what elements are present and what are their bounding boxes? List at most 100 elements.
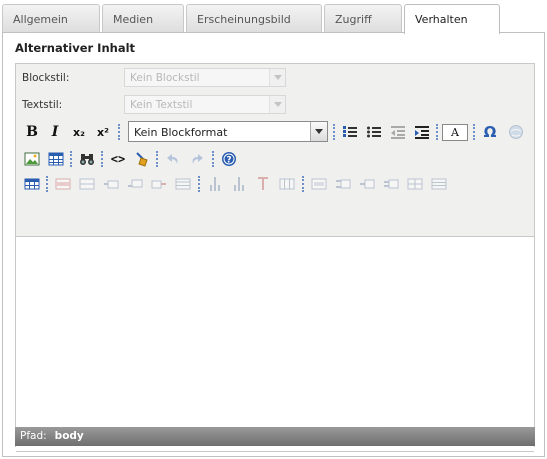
merge-cells-button[interactable]	[277, 174, 297, 194]
cell-props-button[interactable]	[77, 174, 97, 194]
tab-bar: Allgemein Medien Erscheinungsbild Zugrif…	[2, 4, 545, 34]
table-button[interactable]	[22, 174, 42, 194]
split-cells-button[interactable]	[173, 174, 193, 194]
superscript-button[interactable]: x²	[93, 122, 113, 142]
table-delete-icon	[431, 178, 447, 190]
editor-content-area[interactable]	[16, 236, 534, 452]
blockstyle-value: Kein Blockstil	[130, 72, 200, 84]
table-grid-button[interactable]	[405, 174, 425, 194]
italic-button[interactable]: I	[45, 122, 65, 142]
text-color-button[interactable]: A	[441, 122, 469, 142]
path-statusbar: Pfad: body	[15, 427, 535, 446]
tab-zugriff[interactable]: Zugriff	[324, 4, 402, 32]
find-replace-button[interactable]	[77, 149, 97, 169]
tab-label: Medien	[113, 13, 154, 26]
clean-format-button[interactable]	[132, 149, 152, 169]
row-props-icon	[55, 178, 71, 190]
table-delete-button[interactable]	[429, 174, 449, 194]
italic-icon: I	[51, 124, 59, 140]
tab-panel: Alternativer Inhalt Blockstil: Kein Bloc…	[2, 33, 545, 457]
unordered-list-icon	[367, 126, 381, 138]
copy-row-button[interactable]	[333, 174, 353, 194]
text-color-icon: A	[442, 123, 468, 141]
toolbar-separator	[118, 124, 120, 140]
subscript-icon: x₂	[73, 125, 85, 139]
tab-label: Allgemein	[13, 13, 68, 26]
cell-props-icon	[79, 178, 95, 190]
special-char-button[interactable]: Ω	[480, 122, 500, 142]
superscript-icon: x²	[97, 125, 109, 139]
spellcheck-button[interactable]	[506, 122, 526, 142]
insert-table-button[interactable]	[46, 149, 66, 169]
tab-medien[interactable]: Medien	[102, 4, 184, 32]
textstyle-label: Textstil:	[22, 99, 63, 111]
path-label: Pfad:	[20, 430, 47, 442]
unordered-list-button[interactable]	[364, 122, 384, 142]
help-icon: ?	[222, 152, 236, 166]
toolbar-separator	[436, 124, 438, 140]
ordered-list-icon	[343, 126, 357, 137]
copy-row-icon	[336, 179, 351, 189]
insert-row-before-button[interactable]	[101, 174, 121, 194]
tab-label: Verhalten	[415, 13, 468, 26]
bold-icon: B	[26, 124, 38, 140]
delete-col-icon	[258, 177, 268, 190]
toolbar-separator	[212, 151, 214, 167]
cut-row-icon	[311, 178, 327, 190]
ordered-list-button[interactable]	[340, 122, 360, 142]
toolbar-separator	[473, 124, 475, 140]
toolbar-separator	[302, 176, 304, 192]
indent-icon	[415, 126, 429, 139]
delete-row-button[interactable]	[149, 174, 169, 194]
split-cells-icon	[175, 178, 191, 190]
block-format-value: Kein Blockformat	[134, 126, 228, 139]
tab-label: Erscheinungsbild	[197, 13, 291, 26]
tab-allgemein[interactable]: Allgemein	[2, 4, 100, 32]
chevron-down-icon	[269, 96, 285, 113]
row-props-button[interactable]	[53, 174, 73, 194]
toolbar-separator	[70, 151, 72, 167]
indent-button[interactable]	[412, 122, 432, 142]
tab-verhalten[interactable]: Verhalten	[404, 4, 500, 34]
blockstyle-label: Blockstil:	[22, 72, 70, 84]
help-button[interactable]: ?	[219, 149, 239, 169]
redo-button[interactable]	[187, 149, 207, 169]
toolbar-separator	[101, 151, 103, 167]
tab-erscheinungsbild[interactable]: Erscheinungsbild	[186, 4, 322, 32]
image-icon	[24, 152, 40, 166]
paste-row-before-button[interactable]	[357, 174, 377, 194]
toolbar-separator	[46, 176, 48, 192]
toolbar-row-1: B I x₂ x² Kein Blockformat A Ω	[20, 121, 532, 144]
undo-icon	[167, 154, 178, 164]
paste-row-after-button[interactable]	[381, 174, 401, 194]
toolbar-row-3	[20, 174, 532, 196]
path-value[interactable]: body	[55, 430, 84, 442]
insert-image-button[interactable]	[22, 149, 42, 169]
outdent-button[interactable]	[388, 122, 408, 142]
undo-button[interactable]	[163, 149, 183, 169]
cut-row-button[interactable]	[309, 174, 329, 194]
insert-col-after-button[interactable]	[229, 174, 249, 194]
bold-button[interactable]: B	[22, 122, 42, 142]
merge-cells-icon	[279, 178, 295, 190]
insert-col-before-icon	[210, 177, 220, 191]
subscript-button[interactable]: x₂	[69, 122, 89, 142]
section-title: Alternativer Inhalt	[15, 41, 136, 55]
paste-row-after-icon	[384, 179, 399, 189]
outdent-icon	[391, 126, 405, 139]
toolbar-separator	[333, 124, 335, 140]
chevron-down-icon	[269, 69, 285, 86]
table-icon	[48, 152, 64, 166]
delete-col-button[interactable]	[253, 174, 273, 194]
toolbar-separator	[156, 151, 158, 167]
textstyle-value: Kein Textstil	[130, 99, 193, 111]
paste-row-before-icon	[360, 179, 375, 189]
binoculars-icon	[80, 154, 94, 165]
globe-icon	[509, 125, 523, 139]
insert-col-after-icon	[234, 177, 244, 191]
insert-col-before-button[interactable]	[205, 174, 225, 194]
source-code-button[interactable]: <>	[108, 149, 128, 169]
insert-row-after-button[interactable]	[125, 174, 145, 194]
block-format-select[interactable]: Kein Blockformat	[128, 121, 328, 142]
omega-icon: Ω	[483, 123, 497, 141]
